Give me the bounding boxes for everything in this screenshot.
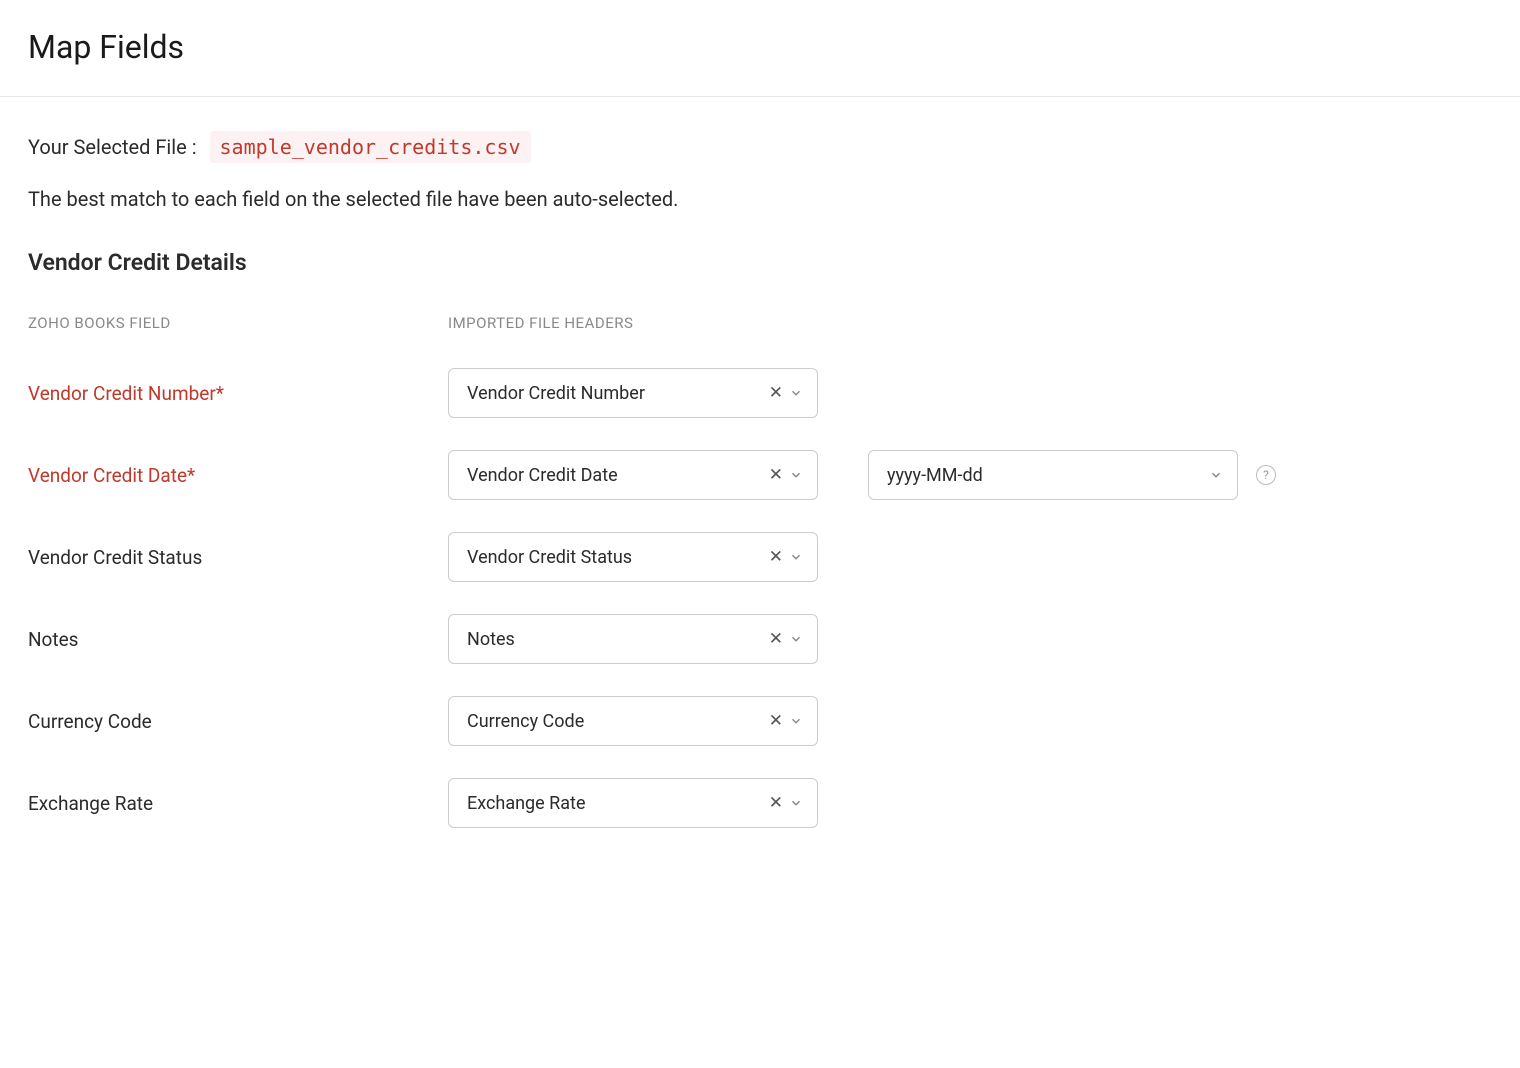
clear-icon[interactable]: ✕ — [769, 467, 783, 484]
select-value: Exchange Rate — [467, 793, 769, 814]
select-value: Vendor Credit Status — [467, 547, 769, 568]
selected-file-line: Your Selected File : sample_vendor_credi… — [28, 135, 1492, 159]
column-header-imported-headers: IMPORTED FILE HEADERS — [448, 314, 868, 332]
chevron-down-icon[interactable] — [789, 386, 803, 400]
field-row-notes: Notes Notes ✕ — [28, 614, 1492, 664]
clear-icon[interactable]: ✕ — [769, 795, 783, 812]
select-value: yyyy-MM-dd — [887, 465, 1209, 486]
clear-icon[interactable]: ✕ — [769, 631, 783, 648]
field-row-currency-code: Currency Code Currency Code ✕ — [28, 696, 1492, 746]
clear-icon[interactable]: ✕ — [769, 713, 783, 730]
chevron-down-icon[interactable] — [789, 468, 803, 482]
field-row-vendor-credit-date: Vendor Credit Date* Vendor Credit Date ✕… — [28, 450, 1492, 500]
chevron-down-icon[interactable] — [789, 550, 803, 564]
chevron-down-icon[interactable] — [789, 714, 803, 728]
main-content: Your Selected File : sample_vendor_credi… — [0, 97, 1520, 898]
field-row-vendor-credit-status: Vendor Credit Status Vendor Credit Statu… — [28, 532, 1492, 582]
chevron-down-icon[interactable] — [1209, 468, 1223, 482]
field-label-vendor-credit-status: Vendor Credit Status — [28, 546, 448, 569]
chevron-down-icon[interactable] — [789, 796, 803, 810]
chevron-down-icon[interactable] — [789, 632, 803, 646]
select-vendor-credit-number[interactable]: Vendor Credit Number ✕ — [448, 368, 818, 418]
columns-header: ZOHO BOOKS FIELD IMPORTED FILE HEADERS — [28, 314, 1492, 332]
select-currency-code[interactable]: Currency Code ✕ — [448, 696, 818, 746]
field-row-vendor-credit-number: Vendor Credit Number* Vendor Credit Numb… — [28, 368, 1492, 418]
field-label-currency-code: Currency Code — [28, 710, 448, 733]
clear-icon[interactable]: ✕ — [769, 549, 783, 566]
selected-file-name: sample_vendor_credits.csv — [210, 131, 531, 163]
clear-icon[interactable]: ✕ — [769, 385, 783, 402]
section-title: Vendor Credit Details — [28, 249, 1492, 276]
select-date-format[interactable]: yyyy-MM-dd — [868, 450, 1238, 500]
select-notes[interactable]: Notes ✕ — [448, 614, 818, 664]
column-header-zoho-field: ZOHO BOOKS FIELD — [28, 314, 448, 332]
field-row-exchange-rate: Exchange Rate Exchange Rate ✕ — [28, 778, 1492, 828]
select-vendor-credit-date[interactable]: Vendor Credit Date ✕ — [448, 450, 818, 500]
select-value: Notes — [467, 629, 769, 650]
field-label-vendor-credit-date: Vendor Credit Date* — [28, 464, 448, 487]
page-title: Map Fields — [28, 28, 1492, 66]
auto-select-description: The best match to each field on the sele… — [28, 187, 1492, 211]
select-value: Vendor Credit Date — [467, 465, 769, 486]
selected-file-label: Your Selected File : — [28, 135, 197, 159]
field-label-notes: Notes — [28, 628, 448, 651]
date-format-wrap: yyyy-MM-dd ? — [868, 450, 1276, 500]
field-label-exchange-rate: Exchange Rate — [28, 792, 448, 815]
select-exchange-rate[interactable]: Exchange Rate ✕ — [448, 778, 818, 828]
select-value: Vendor Credit Number — [467, 383, 769, 404]
help-icon[interactable]: ? — [1256, 465, 1276, 485]
field-label-vendor-credit-number: Vendor Credit Number* — [28, 382, 448, 405]
page-header: Map Fields — [0, 0, 1520, 97]
select-vendor-credit-status[interactable]: Vendor Credit Status ✕ — [448, 532, 818, 582]
select-value: Currency Code — [467, 711, 769, 732]
